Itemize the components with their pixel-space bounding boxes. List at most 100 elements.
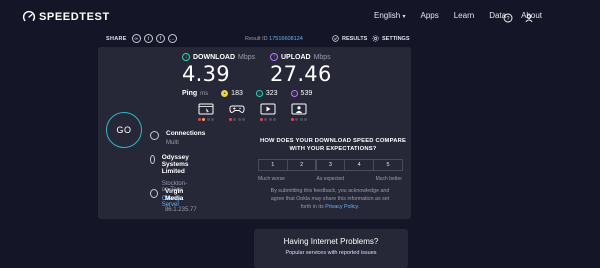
go-button[interactable]: GO <box>106 112 142 148</box>
connections-icon <box>150 131 159 140</box>
disclaimer-line-2: agree that Ookla may share this informat… <box>270 196 390 202</box>
rating-dot <box>233 118 237 121</box>
app-rating-video-chat[interactable] <box>291 103 307 121</box>
chevron-down-icon: ▾ <box>402 14 406 20</box>
problems-title: Having Internet Problems? <box>283 237 379 246</box>
rating-dot <box>291 118 295 121</box>
ping-idle: • 183 <box>221 90 243 97</box>
idle-latency-icon: • <box>221 90 229 97</box>
results-label: RESULTS <box>342 35 368 42</box>
survey-scale-labels: Much worse As expected Much better <box>258 176 402 182</box>
browsing-icon <box>198 103 214 115</box>
ping-row: Ping ms • 183 ↓ 323 ↑ 539 <box>182 90 325 97</box>
video-chat-rating <box>291 118 308 121</box>
rating-dot <box>299 118 303 121</box>
download-unit: Mbps <box>238 53 256 61</box>
user-icon[interactable] <box>524 10 534 23</box>
app-rating-gaming[interactable] <box>229 103 245 121</box>
logo-text: SPEEDTEST <box>39 11 110 23</box>
language-label: English <box>373 11 401 20</box>
problems-subtitle: Popular services with reported issues <box>285 250 377 256</box>
results-button[interactable]: RESULTS <box>332 35 367 42</box>
result-id-link[interactable]: 17516608124 <box>269 36 303 42</box>
survey-disclaimer: By submitting this feedback, you acknowl… <box>258 187 402 211</box>
nav-link-apps[interactable]: Apps <box>420 11 438 20</box>
check-circle-icon <box>332 35 339 42</box>
survey-option-4[interactable]: 4 <box>344 159 374 171</box>
language-selector[interactable]: English ▾ <box>374 11 406 20</box>
rating-dot <box>237 118 241 121</box>
download-arrow-icon: ↓ <box>182 53 190 61</box>
server-title: Odyssey Systems Limited <box>161 154 189 175</box>
app-rating-video[interactable] <box>260 103 276 121</box>
rating-dot <box>264 118 268 121</box>
rating-dot <box>260 118 264 121</box>
survey-question-line-2: WITH YOUR EXPECTATIONS? <box>289 146 377 152</box>
download-value: 4.39 <box>182 62 230 86</box>
result-id: Result ID 17516608124 <box>245 36 303 42</box>
video-chat-icon <box>291 103 307 115</box>
speedometer-icon <box>22 10 36 24</box>
scale-label-low: Much worse <box>258 176 285 182</box>
result-id-label: Result ID <box>245 36 268 42</box>
browsing-rating <box>198 118 215 121</box>
video-rating <box>260 118 277 121</box>
help-icon[interactable]: ? <box>503 10 513 23</box>
gaming-icon <box>229 105 245 113</box>
isp-ip: 86.1.235.77 <box>164 207 197 213</box>
download-latency-icon: ↓ <box>255 90 263 97</box>
facebook-icon[interactable]: f <box>155 34 165 43</box>
upload-value: 27.46 <box>270 62 332 86</box>
person-icon <box>150 189 158 198</box>
share-label: SHARE <box>106 35 127 42</box>
video-icon <box>260 103 276 115</box>
settings-button[interactable]: SETTINGS <box>372 35 410 42</box>
privacy-policy-link[interactable]: Privacy Policy. <box>325 204 359 210</box>
ping-download: ↓ 323 <box>255 90 278 97</box>
connections-title: Connections <box>166 130 206 137</box>
twitter-icon[interactable]: t <box>143 34 153 43</box>
ping-download-value: 323 <box>265 90 278 97</box>
survey-scale: 1 2 3 4 5 <box>258 159 403 171</box>
globe-icon <box>150 155 155 164</box>
rating-dot <box>206 118 210 121</box>
survey-option-2[interactable]: 2 <box>286 159 317 171</box>
survey-option-3[interactable]: 3 <box>315 159 346 171</box>
rating-dot <box>303 118 307 121</box>
internet-problems-card[interactable]: Having Internet Problems? Popular servic… <box>254 229 408 268</box>
download-metric: ↓ DOWNLOAD Mbps 4.39 <box>182 53 255 86</box>
gaming-rating <box>229 118 246 121</box>
disclaimer-line-3: forth in its Privacy Policy. <box>258 203 402 211</box>
rating-dot <box>198 118 202 121</box>
survey-option-1[interactable]: 1 <box>258 159 288 171</box>
app-rating-browsing[interactable] <box>198 103 214 121</box>
top-nav: SPEEDTEST English ▾ Apps Learn Data Abou… <box>0 0 600 34</box>
upload-label: UPLOAD <box>281 53 311 61</box>
app-performance-icons <box>198 103 322 121</box>
ping-label: Ping <box>182 90 198 97</box>
survey-option-5[interactable]: 5 <box>373 159 403 171</box>
rating-dot <box>202 118 206 121</box>
more-icon[interactable]: … <box>167 34 177 43</box>
scale-label-high: Much better <box>375 176 402 182</box>
ping-upload-value: 539 <box>300 90 313 97</box>
rating-dot <box>295 118 299 121</box>
disclaimer-prefix: forth in its <box>300 204 324 210</box>
survey-question-line-1: HOW DOES YOUR DOWNLOAD SPEED COMPARE <box>259 138 407 144</box>
rating-dot <box>210 118 214 121</box>
rating-dot <box>229 118 233 121</box>
speedtest-logo[interactable]: SPEEDTEST <box>22 10 110 24</box>
nav-links: English ▾ Apps Learn Data About <box>374 11 542 20</box>
rating-dot <box>241 118 245 121</box>
nav-link-learn[interactable]: Learn <box>454 11 474 20</box>
gear-icon <box>372 35 379 42</box>
result-toolbar: SHARE ∞ t f … Result ID 17516608124 RESU… <box>106 32 411 46</box>
upload-unit: Mbps <box>313 53 331 61</box>
download-label: DOWNLOAD <box>193 53 235 61</box>
survey-question: HOW DOES YOUR DOWNLOAD SPEED COMPARE WIT… <box>258 137 408 153</box>
rating-dot <box>268 118 272 121</box>
rating-dot <box>272 118 276 121</box>
share-link-icon[interactable]: ∞ <box>131 34 141 43</box>
scale-label-mid: As expected <box>316 176 345 182</box>
connections-value[interactable]: Multi <box>166 140 205 146</box>
